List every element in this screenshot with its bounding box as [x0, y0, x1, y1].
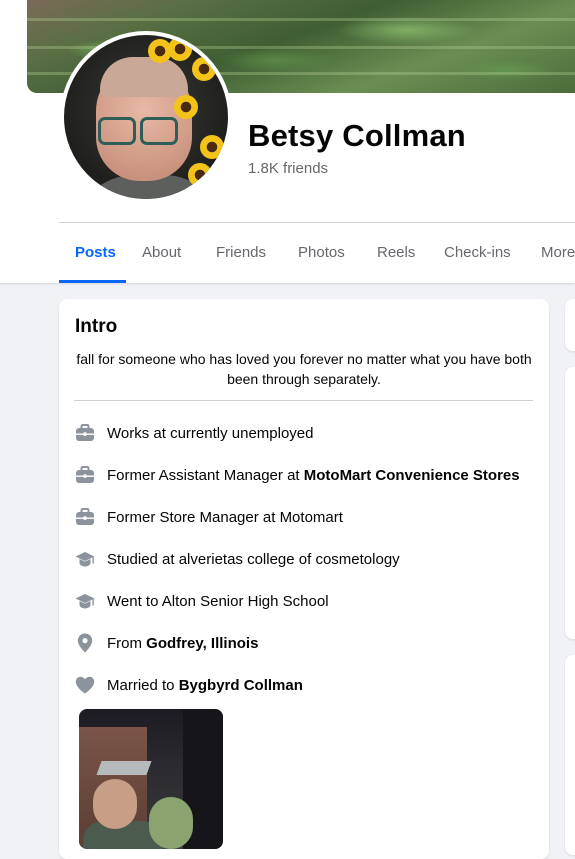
intro-item-work: Former Assistant Manager at MotoMart Con…: [74, 463, 520, 487]
intro-card: Intro fall for someone who has loved you…: [59, 299, 549, 859]
intro-item-text: Went to Alton Senior High School: [107, 592, 329, 610]
right-column-card: [565, 367, 575, 639]
intro-item-text: Married to Bygbyrd Collman: [107, 676, 303, 694]
briefcase-icon: [74, 422, 96, 444]
tab-reels[interactable]: Reels: [377, 244, 415, 261]
tab-check-ins[interactable]: Check-ins: [444, 244, 511, 261]
right-column-card: [565, 299, 575, 351]
graduation-cap-icon: [74, 548, 96, 570]
friends-count[interactable]: 1.8K friends: [248, 160, 328, 177]
briefcase-icon: [74, 464, 96, 486]
profile-header: Betsy Collman 1.8K friends Posts About F…: [0, 0, 575, 283]
tab-photos[interactable]: Photos: [298, 244, 345, 261]
profile-avatar[interactable]: [60, 31, 232, 203]
intro-item-education: Went to Alton Senior High School: [74, 589, 329, 613]
graduation-cap-icon: [74, 590, 96, 612]
employer-link[interactable]: MotoMart Convenience Stores: [304, 467, 520, 484]
intro-item-text: From Godfrey, Illinois: [107, 634, 259, 652]
intro-item-education: Studied at alverietas college of cosmeto…: [74, 547, 400, 571]
intro-title: Intro: [75, 316, 118, 337]
tab-friends[interactable]: Friends: [216, 244, 266, 261]
intro-item-hometown: From Godfrey, Illinois: [74, 631, 258, 655]
active-tab-indicator: [59, 280, 126, 283]
heart-icon: [74, 674, 96, 696]
right-column-card: [565, 655, 575, 855]
intro-item-text: Studied at alverietas college of cosmeto…: [107, 550, 400, 568]
briefcase-icon: [74, 506, 96, 528]
intro-item-relationship: Married to Bygbyrd Collman: [74, 673, 303, 697]
header-divider: [59, 222, 575, 223]
profile-name: Betsy Collman: [248, 118, 466, 153]
intro-item-work: Works at currently unemployed: [74, 421, 313, 445]
intro-divider: [74, 400, 533, 401]
intro-item-text: Former Assistant Manager at MotoMart Con…: [107, 466, 520, 484]
intro-item-work: Former Store Manager at Motomart: [74, 505, 343, 529]
tab-about[interactable]: About: [142, 244, 181, 261]
tab-more[interactable]: More: [541, 244, 575, 261]
spouse-link[interactable]: Bygbyrd Collman: [179, 677, 303, 694]
featured-photo[interactable]: [79, 709, 223, 849]
intro-item-text: Works at currently unemployed: [107, 424, 314, 442]
location-pin-icon: [74, 632, 96, 654]
hometown-link[interactable]: Godfrey, Illinois: [146, 635, 258, 652]
intro-bio: fall for someone who has loved you forev…: [76, 351, 532, 387]
intro-item-text: Former Store Manager at Motomart: [107, 508, 343, 526]
tab-posts[interactable]: Posts: [75, 244, 116, 261]
